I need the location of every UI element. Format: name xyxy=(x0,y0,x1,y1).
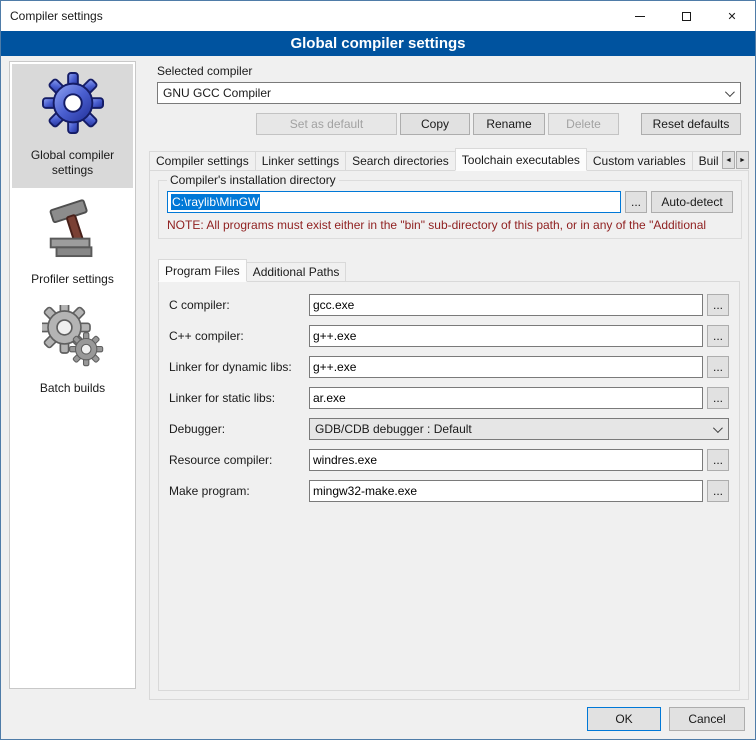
make-program-browse-button[interactable]: ... xyxy=(707,480,729,502)
field-row: Linker for static libs: ... xyxy=(169,387,729,409)
linker-dynamic-browse-button[interactable]: ... xyxy=(707,356,729,378)
sidebar-item-label: Global compiler settings xyxy=(17,148,129,178)
sidebar-item-label: Batch builds xyxy=(17,381,129,396)
tab-scroll-left-button[interactable]: ◄ xyxy=(722,151,735,169)
tab-build-options-clipped[interactable]: Buil xyxy=(692,151,721,171)
debugger-select[interactable]: GDB/CDB debugger : Default xyxy=(309,418,729,440)
cpp-compiler-input[interactable] xyxy=(309,325,703,347)
cpp-compiler-browse-button[interactable]: ... xyxy=(707,325,729,347)
install-dir-browse-button[interactable]: ... xyxy=(625,191,647,213)
blue-gear-icon xyxy=(42,72,104,134)
maximize-icon xyxy=(682,12,691,21)
subtab-additional-paths[interactable]: Additional Paths xyxy=(246,262,347,282)
debugger-value: GDB/CDB debugger : Default xyxy=(315,422,713,436)
window-controls: ✕ xyxy=(617,1,755,31)
linker-static-label: Linker for static libs: xyxy=(169,391,309,405)
window-title: Compiler settings xyxy=(1,9,103,23)
selected-compiler-select[interactable]: GNU GCC Compiler xyxy=(157,82,741,104)
reset-defaults-button[interactable]: Reset defaults xyxy=(641,113,741,135)
install-dir-value: C:\raylib\MinGW xyxy=(171,194,260,210)
resource-compiler-browse-button[interactable]: ... xyxy=(707,449,729,471)
resource-compiler-input[interactable] xyxy=(309,449,703,471)
install-dir-row: C:\raylib\MinGW ... Auto-detect xyxy=(167,191,733,213)
field-row: C compiler: ... xyxy=(169,294,729,316)
dialog-body: Global compiler settings Profiler settin… xyxy=(1,56,755,739)
copy-button[interactable]: Copy xyxy=(400,113,470,135)
subtab-program-files[interactable]: Program Files xyxy=(158,259,247,282)
set-as-default-button[interactable]: Set as default xyxy=(256,113,397,135)
sidebar: Global compiler settings Profiler settin… xyxy=(9,61,136,689)
rename-button[interactable]: Rename xyxy=(473,113,545,135)
chevron-down-icon xyxy=(713,423,723,433)
main-tabs: Compiler settings Linker settings Search… xyxy=(149,148,721,171)
close-button[interactable]: ✕ xyxy=(709,1,755,31)
main-tab-strip: Compiler settings Linker settings Search… xyxy=(149,148,749,171)
selected-compiler-label: Selected compiler xyxy=(157,64,252,78)
tab-custom-variables[interactable]: Custom variables xyxy=(586,151,693,171)
sidebar-item-label: Profiler settings xyxy=(17,272,129,287)
selected-compiler-value: GNU GCC Compiler xyxy=(163,86,725,100)
profiler-hammer-icon xyxy=(44,196,102,258)
field-row: Resource compiler: ... xyxy=(169,449,729,471)
resource-compiler-label: Resource compiler: xyxy=(169,453,309,467)
tab-linker-settings[interactable]: Linker settings xyxy=(255,151,346,171)
minimize-button[interactable] xyxy=(617,1,663,31)
field-row: Debugger: GDB/CDB debugger : Default xyxy=(169,418,729,440)
gray-gears-icon xyxy=(42,305,104,367)
install-dir-group-title: Compiler's installation directory xyxy=(167,173,339,187)
ok-button[interactable]: OK xyxy=(587,707,661,731)
sidebar-item-batch-builds[interactable]: Batch builds xyxy=(12,297,133,406)
program-files-panel: C compiler: ... C++ compiler: ... Linker… xyxy=(158,281,740,691)
make-program-label: Make program: xyxy=(169,484,309,498)
sub-tab-strip: Program Files Additional Paths xyxy=(158,259,740,282)
sub-tabs: Program Files Additional Paths xyxy=(158,259,712,282)
chevron-down-icon xyxy=(725,87,735,97)
tab-scroll-controls: ◄ ► xyxy=(722,151,749,169)
linker-dynamic-input[interactable] xyxy=(309,356,703,378)
field-row: Make program: ... xyxy=(169,480,729,502)
maximize-button[interactable] xyxy=(663,1,709,31)
autodetect-button[interactable]: Auto-detect xyxy=(651,191,733,213)
c-compiler-browse-button[interactable]: ... xyxy=(707,294,729,316)
titlebar[interactable]: Compiler settings ✕ xyxy=(1,1,755,31)
delete-button[interactable]: Delete xyxy=(548,113,619,135)
sidebar-item-profiler-settings[interactable]: Profiler settings xyxy=(12,188,133,297)
minimize-icon xyxy=(635,16,645,17)
tab-scroll-right-button[interactable]: ► xyxy=(736,151,749,169)
linker-dynamic-label: Linker for dynamic libs: xyxy=(169,360,309,374)
cancel-button[interactable]: Cancel xyxy=(669,707,745,731)
install-dir-group: Compiler's installation directory C:\ray… xyxy=(158,173,742,239)
dialog-header-title: Global compiler settings xyxy=(290,35,465,52)
sidebar-item-global-compiler-settings[interactable]: Global compiler settings xyxy=(12,64,133,188)
field-row: Linker for dynamic libs: ... xyxy=(169,356,729,378)
linker-static-input[interactable] xyxy=(309,387,703,409)
note-text: NOTE: All programs must exist either in … xyxy=(167,218,733,232)
arrow-right-icon: ► xyxy=(739,157,746,164)
arrow-left-icon: ◄ xyxy=(725,157,732,164)
dialog-header: Global compiler settings xyxy=(1,31,755,56)
install-dir-input[interactable]: C:\raylib\MinGW xyxy=(167,191,621,213)
toolchain-executables-panel: Compiler's installation directory C:\ray… xyxy=(149,170,749,700)
compiler-settings-window: Compiler settings ✕ Global compiler sett… xyxy=(0,0,756,740)
tab-toolchain-executables[interactable]: Toolchain executables xyxy=(455,148,587,171)
c-compiler-input[interactable] xyxy=(309,294,703,316)
field-row: C++ compiler: ... xyxy=(169,325,729,347)
make-program-input[interactable] xyxy=(309,480,703,502)
tab-compiler-settings[interactable]: Compiler settings xyxy=(149,151,256,171)
close-icon: ✕ xyxy=(727,10,736,23)
tab-search-directories[interactable]: Search directories xyxy=(345,151,456,171)
c-compiler-label: C compiler: xyxy=(169,298,309,312)
linker-static-browse-button[interactable]: ... xyxy=(707,387,729,409)
debugger-label: Debugger: xyxy=(169,422,309,436)
cpp-compiler-label: C++ compiler: xyxy=(169,329,309,343)
